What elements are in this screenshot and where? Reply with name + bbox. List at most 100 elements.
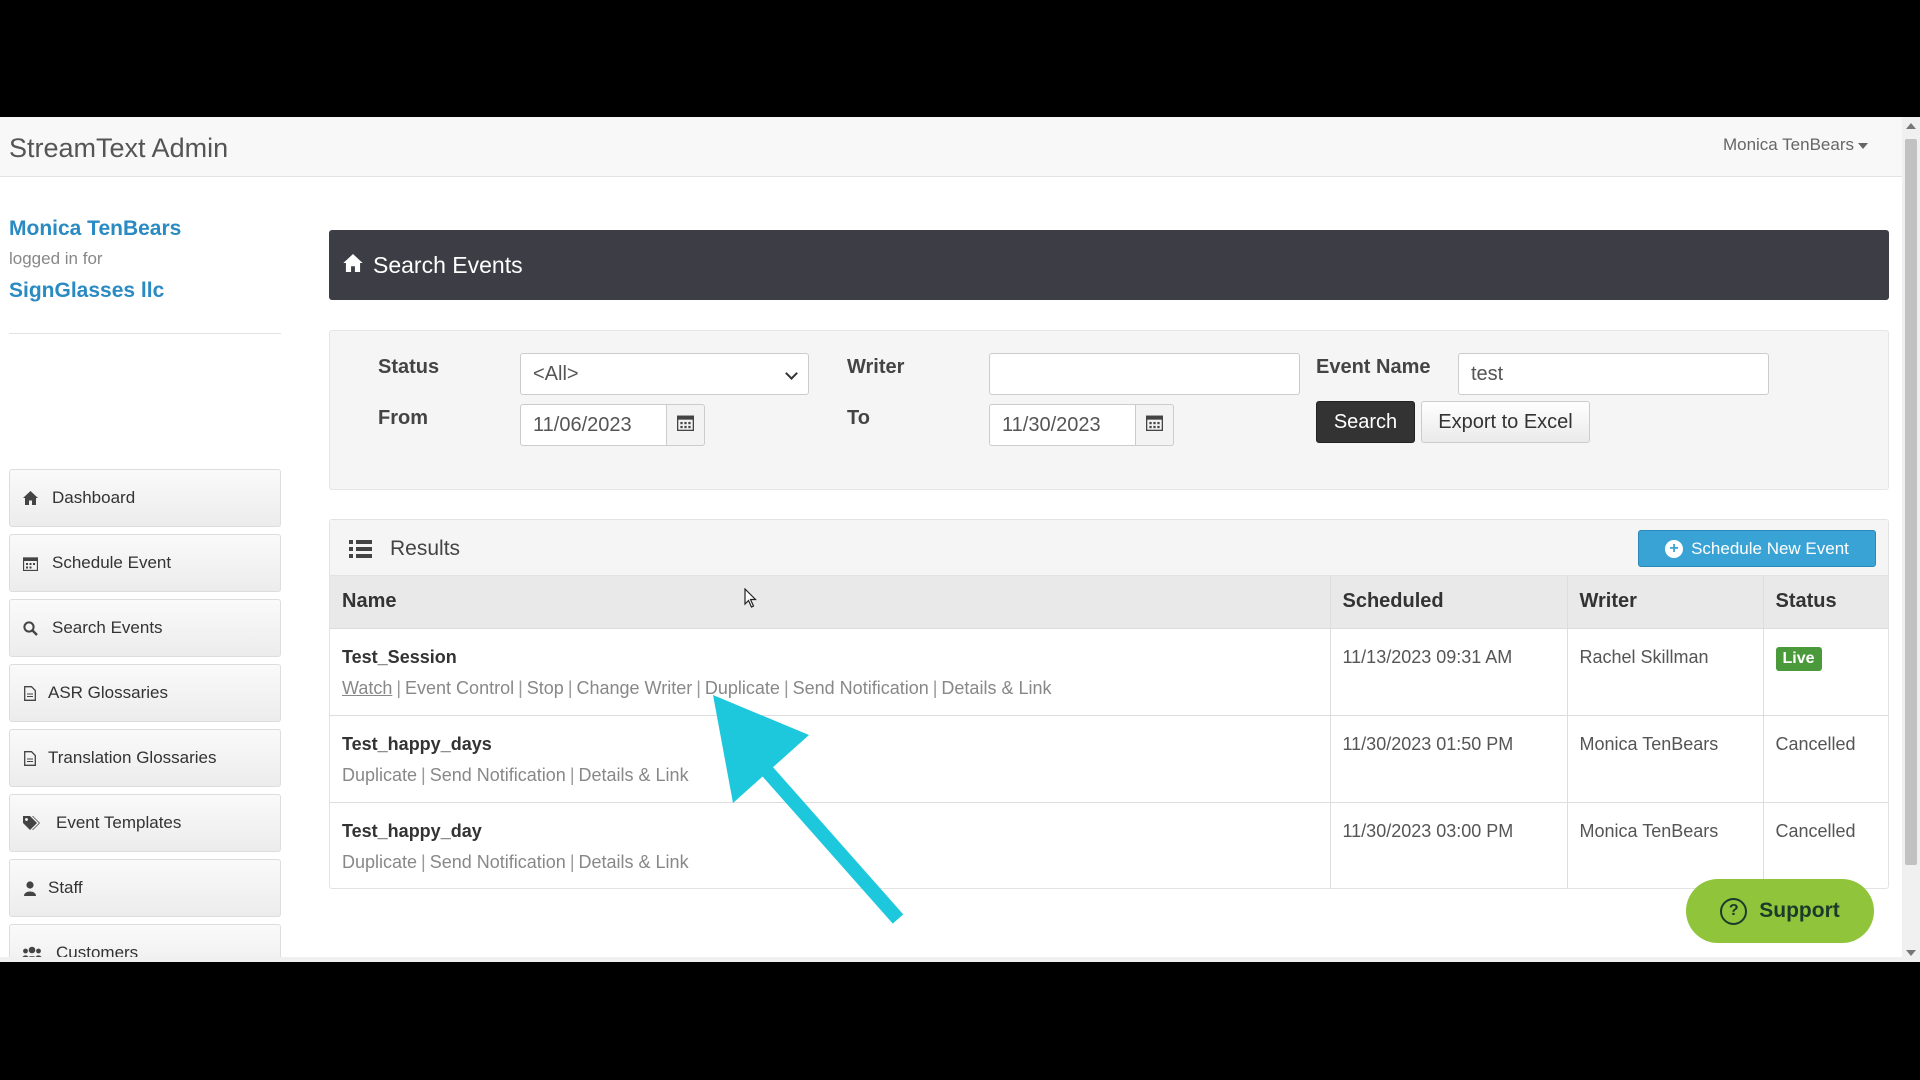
table-header-row: Name Scheduled Writer Status xyxy=(330,576,1888,628)
annotation-arrow-icon xyxy=(713,695,904,924)
sidebar-item-staff[interactable]: Staff xyxy=(9,859,281,917)
sidebar-menu: Dashboard Schedule Event Search Events A… xyxy=(9,469,281,962)
writer-label: Writer xyxy=(847,356,905,378)
plus-circle-icon: + xyxy=(1665,539,1684,558)
separator: | xyxy=(932,677,938,698)
table-row: Test_happy_day Duplicate | Send Notificati… xyxy=(330,801,1888,889)
sidebar-item-schedule-event[interactable]: Schedule Event xyxy=(9,534,281,592)
sidebar-item-event-templates[interactable]: Event Templates xyxy=(9,794,281,852)
change-writer-link[interactable]: Change Writer xyxy=(577,678,693,698)
calendar-icon xyxy=(1145,414,1164,436)
sidebar-item-label: Staff xyxy=(48,878,83,897)
page-title: Search Events xyxy=(373,251,523,278)
sidebar-item-label: ASR Glossaries xyxy=(48,683,168,702)
details-link[interactable]: Details & Link xyxy=(579,765,689,785)
table-row: Test_happy_days Duplicate | Send Notificat… xyxy=(330,714,1888,802)
scroll-up-icon[interactable] xyxy=(1906,123,1916,129)
details-link[interactable]: Details & Link xyxy=(579,852,689,872)
sidebar-item-translation-glossaries[interactable]: Translation Glossaries xyxy=(9,729,281,787)
event-name-input[interactable]: test xyxy=(1458,353,1769,395)
sidebar-item-label: Event Templates xyxy=(56,813,182,832)
from-date-input[interactable]: 11/06/2023 xyxy=(520,404,667,446)
sidebar-item-label: Translation Glossaries xyxy=(48,748,217,767)
sidebar-item-search-events[interactable]: Search Events xyxy=(9,599,281,657)
sidebar-logged-in-text: logged in for xyxy=(9,249,103,268)
home-icon xyxy=(22,490,38,506)
schedule-new-event-button[interactable]: + Schedule New Event xyxy=(1638,530,1876,567)
search-icon xyxy=(22,620,38,636)
column-header-name[interactable]: Name xyxy=(330,576,1331,628)
results-table: Name Scheduled Writer Status Test_Sessio… xyxy=(330,576,1888,889)
writer-input[interactable] xyxy=(989,353,1300,395)
column-header-status[interactable]: Status xyxy=(1763,576,1888,628)
scheduled-cell: 11/30/2023 03:00 PM xyxy=(1330,801,1568,889)
writer-cell: Monica TenBears xyxy=(1567,801,1764,889)
search-filters-panel: Status <All> Writer Event Name test From… xyxy=(329,330,1889,490)
status-cell: Cancelled xyxy=(1763,801,1888,889)
search-button[interactable]: Search xyxy=(1316,401,1415,443)
results-header: Results + Schedule New Event xyxy=(330,520,1888,576)
user-menu-label: Monica TenBears xyxy=(1722,135,1854,154)
page-header: Search Events xyxy=(329,230,1889,300)
scroll-down-icon[interactable] xyxy=(1906,950,1916,956)
status-cell: Cancelled xyxy=(1763,714,1888,802)
separator: | xyxy=(696,677,701,698)
sidebar-item-asr-glossaries[interactable]: ASR Glossaries xyxy=(9,664,281,722)
results-title: Results xyxy=(390,537,461,560)
watch-link[interactable]: Watch xyxy=(342,678,392,698)
send-notification-link[interactable]: Send Notification xyxy=(430,765,566,785)
event-name-label: Event Name xyxy=(1316,356,1431,378)
support-label: Support xyxy=(1759,899,1840,922)
user-icon xyxy=(22,880,38,896)
page-scrollbar[interactable] xyxy=(1902,117,1920,962)
separator: | xyxy=(421,851,426,872)
separator: | xyxy=(567,677,573,698)
top-navbar: StreamText Admin Monica TenBears xyxy=(0,117,1902,177)
sidebar-company-name[interactable]: SignGlasses llc xyxy=(9,279,281,303)
file-icon xyxy=(22,685,38,701)
to-date-input[interactable]: 11/30/2023 xyxy=(989,404,1136,446)
export-to-excel-button[interactable]: Export to Excel xyxy=(1421,401,1590,443)
help-icon: ? xyxy=(1720,897,1748,925)
status-label: Status xyxy=(378,356,440,378)
from-calendar-button[interactable] xyxy=(667,404,705,446)
tags-icon xyxy=(22,815,42,831)
to-calendar-button[interactable] xyxy=(1136,404,1174,446)
event-control-link[interactable]: Event Control xyxy=(405,678,514,698)
status-select[interactable]: <All> xyxy=(520,353,809,395)
caret-down-icon xyxy=(1858,142,1868,149)
home-icon xyxy=(343,253,363,277)
sidebar-item-label: Schedule Event xyxy=(52,553,172,572)
sidebar-user-name[interactable]: Monica TenBears xyxy=(9,217,281,241)
brand-title[interactable]: StreamText Admin xyxy=(9,133,228,164)
to-label: To xyxy=(847,407,870,429)
stop-link[interactable]: Stop xyxy=(527,678,564,698)
duplicate-link[interactable]: Duplicate xyxy=(342,765,417,785)
list-icon xyxy=(349,540,372,563)
scroll-thumb[interactable] xyxy=(1905,139,1917,865)
calendar-icon xyxy=(22,555,38,571)
separator: | xyxy=(518,677,523,698)
status-cell: Live xyxy=(1763,627,1888,715)
details-link[interactable]: Details & Link xyxy=(941,678,1051,698)
user-menu[interactable]: Monica TenBears xyxy=(1723,135,1868,155)
status-badge: Live xyxy=(1775,646,1822,671)
column-header-writer[interactable]: Writer xyxy=(1567,576,1764,628)
scheduled-cell: 11/13/2023 09:31 AM xyxy=(1330,627,1568,715)
calendar-icon xyxy=(676,414,695,436)
scheduled-cell: 11/30/2023 01:50 PM xyxy=(1330,714,1568,802)
from-label: From xyxy=(378,407,428,429)
status-select-value: <All> xyxy=(533,362,579,385)
duplicate-link[interactable]: Duplicate xyxy=(342,852,417,872)
separator: | xyxy=(569,851,575,872)
sidebar: Monica TenBears logged in for SignGlasse… xyxy=(9,217,281,962)
column-header-scheduled[interactable]: Scheduled xyxy=(1330,576,1568,628)
sidebar-item-dashboard[interactable]: Dashboard xyxy=(9,469,281,527)
send-notification-link[interactable]: Send Notification xyxy=(430,852,566,872)
results-panel: Results + Schedule New Event Name Schedu… xyxy=(329,519,1889,889)
writer-cell: Rachel Skillman xyxy=(1567,627,1764,715)
file-icon xyxy=(22,750,38,766)
support-button[interactable]: ? Support xyxy=(1686,879,1874,943)
separator: | xyxy=(569,764,575,785)
sidebar-item-label: Search Events xyxy=(52,618,163,637)
